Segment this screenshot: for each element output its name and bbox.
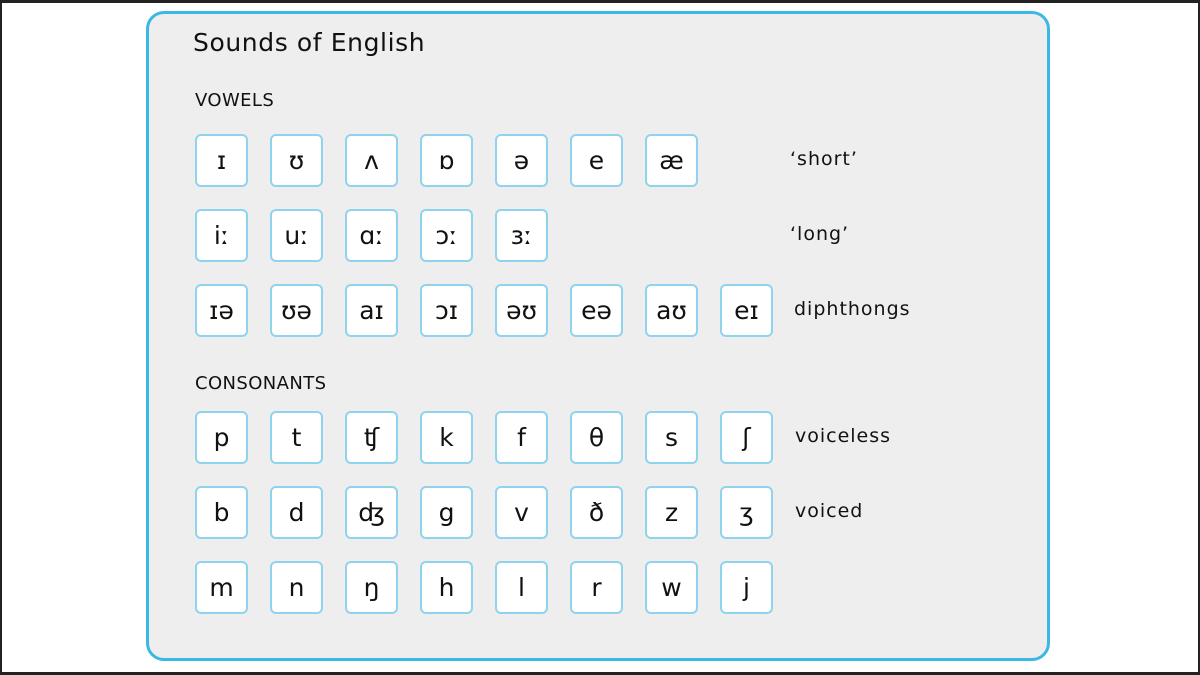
sound-button[interactable]: θ bbox=[570, 411, 623, 464]
sound-button[interactable]: æ bbox=[645, 134, 698, 187]
sound-button[interactable]: s bbox=[645, 411, 698, 464]
sound-button[interactable]: ʃ bbox=[720, 411, 773, 464]
sound-button[interactable]: n bbox=[270, 561, 323, 614]
row-label: diphthongs bbox=[794, 298, 911, 320]
row-long-vowels: iː uː ɑː ɔː ɜː ‘long’ bbox=[195, 209, 955, 262]
sound-button[interactable]: h bbox=[420, 561, 473, 614]
sound-button[interactable]: b bbox=[195, 486, 248, 539]
row-label: voiceless bbox=[795, 425, 892, 447]
sound-button[interactable]: əʊ bbox=[495, 284, 548, 337]
row-label: ‘short’ bbox=[790, 148, 858, 170]
page-title: Sounds of English bbox=[193, 28, 426, 57]
sound-button[interactable]: ɪə bbox=[195, 284, 248, 337]
sound-button[interactable]: ʤ bbox=[345, 486, 398, 539]
sound-button[interactable]: e bbox=[570, 134, 623, 187]
sound-button[interactable]: d bbox=[270, 486, 323, 539]
sound-button[interactable]: ð bbox=[570, 486, 623, 539]
sound-button[interactable]: ʊə bbox=[270, 284, 323, 337]
sound-button[interactable]: g bbox=[420, 486, 473, 539]
sound-button[interactable]: uː bbox=[270, 209, 323, 262]
sound-button[interactable]: p bbox=[195, 411, 248, 464]
sound-button[interactable]: ʊ bbox=[270, 134, 323, 187]
sound-button[interactable]: ɜː bbox=[495, 209, 548, 262]
sound-button[interactable]: ɔː bbox=[420, 209, 473, 262]
sound-button[interactable]: ɔɪ bbox=[420, 284, 473, 337]
row-label: ‘long’ bbox=[790, 223, 850, 245]
sound-button[interactable]: ʧ bbox=[345, 411, 398, 464]
sound-button[interactable]: aɪ bbox=[345, 284, 398, 337]
sound-button[interactable]: ə bbox=[495, 134, 548, 187]
row-other-consonants: mnŋhlrwj bbox=[195, 561, 955, 614]
sound-button[interactable]: ɒ bbox=[420, 134, 473, 187]
row-short-vowels: ɪ ʊ ʌ ɒ ə e æ ‘short’ bbox=[195, 134, 955, 187]
section-heading-consonants: CONSONANTS bbox=[195, 373, 327, 394]
section-heading-vowels: VOWELS bbox=[195, 90, 275, 111]
sound-button[interactable]: t bbox=[270, 411, 323, 464]
row-label: voiced bbox=[795, 500, 864, 522]
sound-button[interactable]: eɪ bbox=[720, 284, 773, 337]
sound-button[interactable]: aʊ bbox=[645, 284, 698, 337]
sound-button[interactable]: m bbox=[195, 561, 248, 614]
row-diphthongs: ɪə ʊə aɪ ɔɪ əʊ eə aʊ eɪ diphthongs bbox=[195, 284, 955, 337]
sound-button[interactable]: iː bbox=[195, 209, 248, 262]
sound-button[interactable]: ŋ bbox=[345, 561, 398, 614]
sound-button[interactable]: ɪ bbox=[195, 134, 248, 187]
sound-button[interactable]: w bbox=[645, 561, 698, 614]
sound-button[interactable]: eə bbox=[570, 284, 623, 337]
sound-button[interactable]: f bbox=[495, 411, 548, 464]
row-voiced-consonants: b d ʤ g v ð z ʒ voiced bbox=[195, 486, 955, 539]
sound-button[interactable]: k bbox=[420, 411, 473, 464]
sound-button[interactable]: l bbox=[495, 561, 548, 614]
sound-button[interactable]: r bbox=[570, 561, 623, 614]
sound-button[interactable]: ʌ bbox=[345, 134, 398, 187]
sound-button[interactable]: v bbox=[495, 486, 548, 539]
sound-button[interactable]: ʒ bbox=[720, 486, 773, 539]
sound-button[interactable]: ɑː bbox=[345, 209, 398, 262]
row-voiceless-consonants: p t ʧ k f θ s ʃ voiceless bbox=[195, 411, 955, 464]
sound-button[interactable]: z bbox=[645, 486, 698, 539]
sound-button[interactable]: j bbox=[720, 561, 773, 614]
